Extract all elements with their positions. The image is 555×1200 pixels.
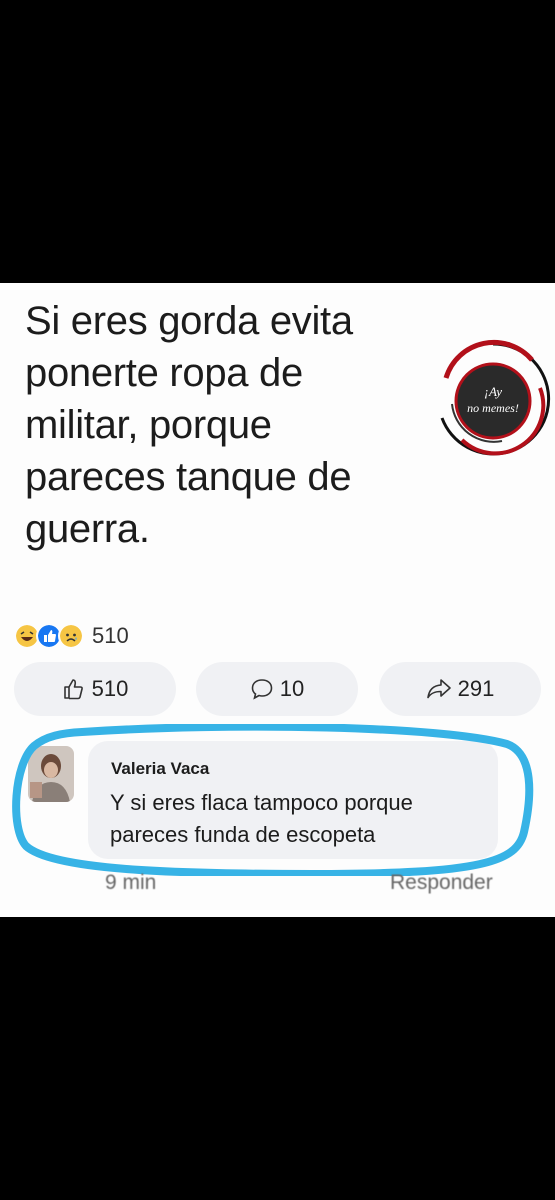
comment-count: 10	[279, 676, 305, 701]
post-text: Si eres gorda evita ponerte ropa de mili…	[25, 299, 353, 551]
share-count: 291	[457, 676, 495, 701]
thumbs-up-icon	[63, 679, 83, 700]
comment-text: Y si eres flaca tampoco porque pareces f…	[110, 790, 413, 847]
reactions-summary[interactable]: 510	[14, 621, 129, 651]
sad-icon	[58, 623, 84, 649]
comment-button[interactable]: 10	[196, 662, 358, 716]
page-logo[interactable]: ¡Ay no memes!	[432, 338, 554, 460]
share-icon	[426, 679, 451, 699]
logo-line1: ¡Ay	[484, 384, 502, 399]
reply-link[interactable]: Responder	[390, 871, 493, 895]
comment-time: 9 min	[105, 871, 157, 894]
logo-line2: no memes!	[467, 401, 519, 415]
share-button[interactable]: 291	[379, 662, 541, 716]
reactions-count: 510	[92, 623, 129, 648]
comment-icon	[251, 679, 273, 700]
like-button[interactable]: 510	[14, 662, 176, 716]
post-card: Si eres gorda evita ponerte ropa de mili…	[0, 283, 555, 917]
comment-author[interactable]: Valeria Vaca	[111, 759, 209, 779]
comment-bubble: Valeria Vaca Y si eres flaca tampoco por…	[88, 741, 498, 859]
avatar[interactable]	[28, 746, 74, 802]
like-count: 510	[91, 676, 129, 701]
